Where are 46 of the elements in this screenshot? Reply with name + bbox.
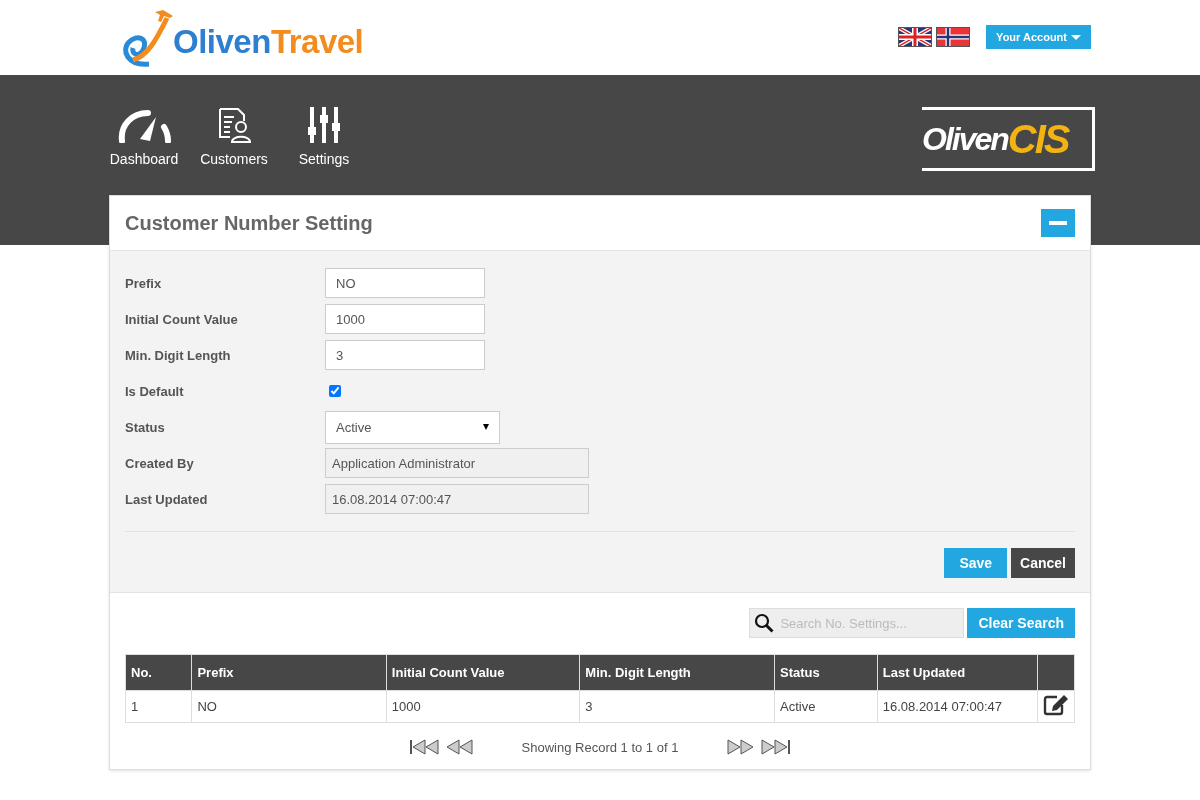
field-label: Min. Digit Length: [125, 347, 232, 363]
field-label: Is Default: [125, 383, 185, 399]
column-header: Prefix: [191, 654, 387, 691]
cancel-button[interactable]: Cancel: [1011, 548, 1075, 578]
table-cell: 16.08.2014 07:00:47: [877, 690, 1038, 723]
norway-flag-icon[interactable]: [936, 27, 971, 47]
sliders-icon: [307, 107, 341, 143]
field-label: Created By: [125, 455, 195, 471]
next-page-icon[interactable]: [726, 739, 755, 755]
table-cell: 1: [125, 690, 192, 723]
dashboard-nav-link[interactable]: Dashboard: [108, 107, 180, 171]
panel-title: Customer Number Setting: [125, 211, 373, 235]
table-cell: 1000: [386, 690, 580, 723]
text-input[interactable]: 1000: [325, 304, 485, 334]
first-page-icon[interactable]: [409, 739, 440, 755]
readonly-field[interactable]: 16.08.2014 07:00:47: [325, 484, 589, 514]
last-page-icon[interactable]: [760, 739, 791, 755]
table-cell: Active: [774, 690, 878, 723]
field-label: Initial Count Value: [125, 311, 239, 327]
previous-page-icon[interactable]: [445, 739, 474, 755]
uk-flag-icon[interactable]: [898, 27, 933, 47]
gauge-icon: [116, 107, 172, 143]
column-header: Last Updated: [877, 654, 1038, 691]
oliven-cis-logo: OlivenCIS: [922, 107, 1095, 171]
text-input[interactable]: 3: [325, 340, 485, 370]
readonly-field[interactable]: Application Administrator: [325, 448, 589, 478]
table-cell: NO: [191, 690, 387, 723]
column-header: No.: [125, 654, 192, 691]
pagination-text: Showing Record 1 to 1 of 1: [521, 739, 679, 755]
field-label: Status: [125, 419, 166, 435]
checkbox[interactable]: [329, 385, 341, 397]
settings-nav-link[interactable]: Settings: [288, 107, 360, 171]
status-select[interactable]: Active: [325, 410, 500, 444]
column-header: Min. Digit Length: [579, 654, 775, 691]
text-input[interactable]: NO: [325, 268, 485, 298]
field-label: Last Updated: [125, 491, 209, 507]
collapse-button[interactable]: [1041, 209, 1075, 237]
document-person-icon: [216, 107, 252, 143]
olivent-travel-logo[interactable]: OlivenTravel: [119, 0, 364, 70]
column-header: Status: [774, 654, 878, 691]
table-cell: 3: [579, 690, 775, 723]
customers-nav-link[interactable]: Customers: [198, 107, 270, 171]
search-icon: [754, 613, 775, 633]
column-header: Initial Count Value: [386, 654, 580, 691]
field-label: Prefix: [125, 275, 163, 291]
edit-icon[interactable]: [1043, 694, 1069, 716]
